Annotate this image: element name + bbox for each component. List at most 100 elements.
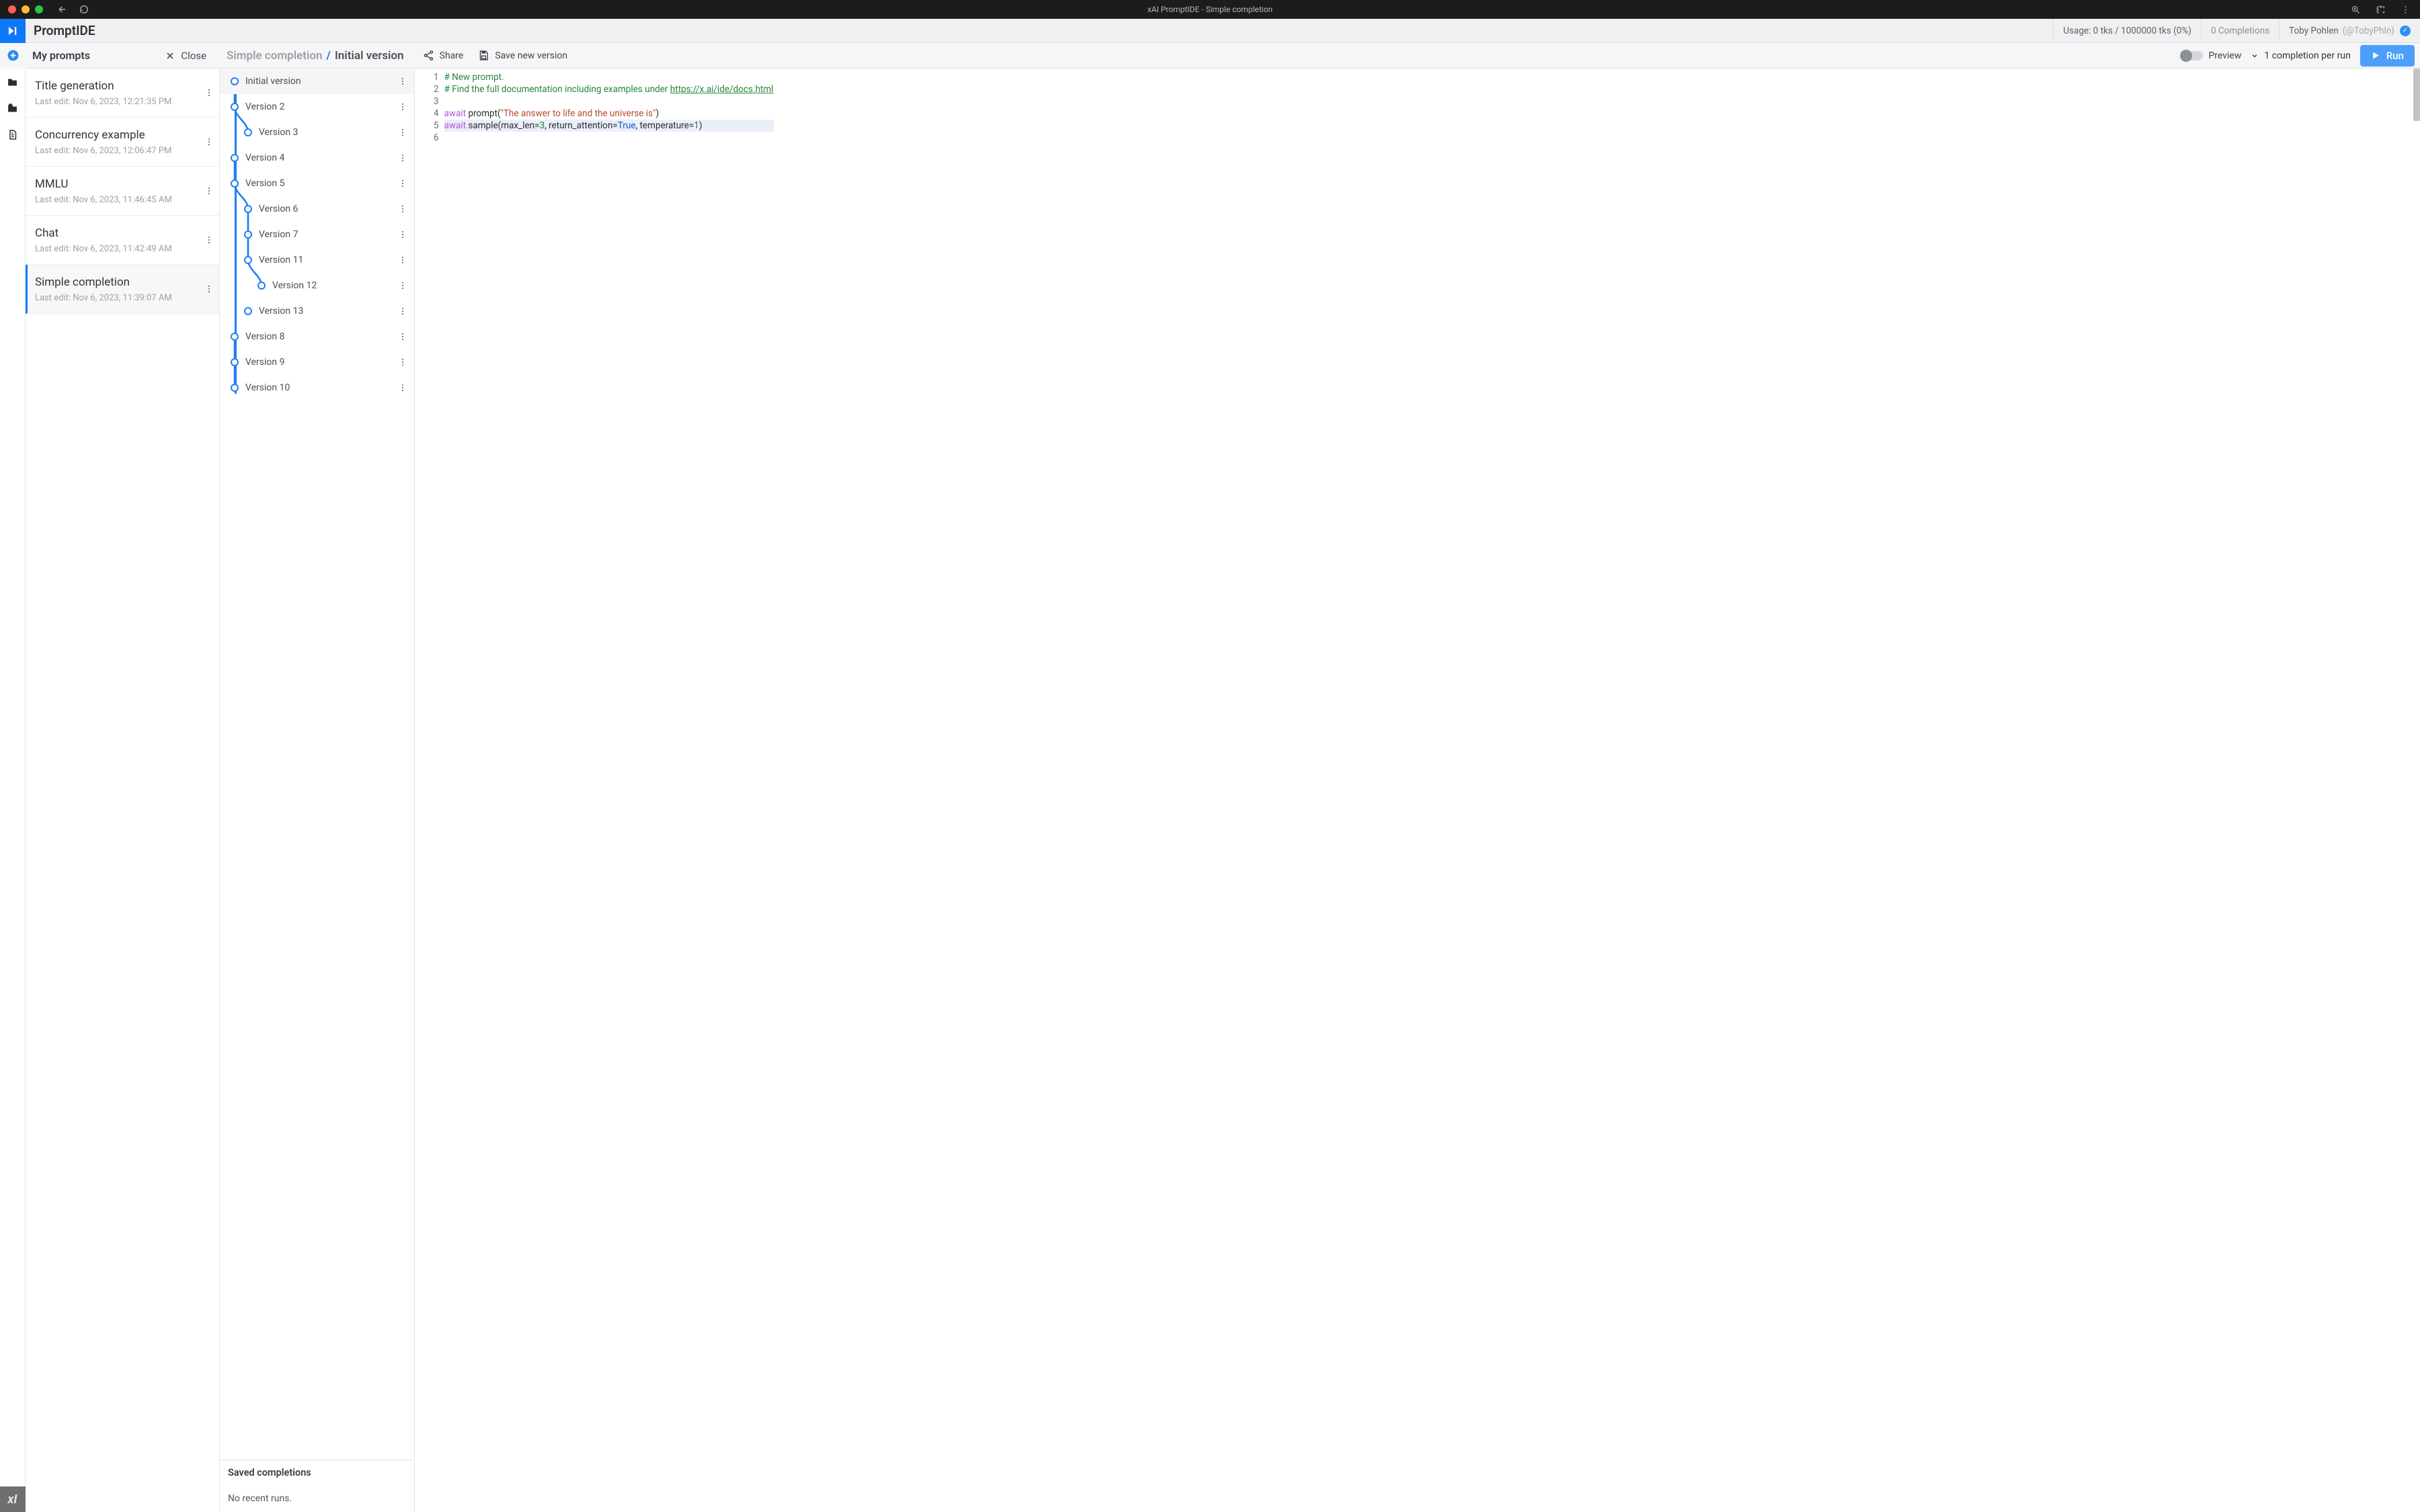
kebab-icon[interactable] [204, 235, 214, 245]
prompt-subtitle: Last edit: Nov 6, 2023, 11:39:07 AM [35, 293, 210, 303]
xai-logo-icon[interactable]: xI [0, 1486, 26, 1512]
version-row[interactable]: Version 12 [220, 273, 414, 298]
kebab-icon[interactable] [398, 179, 407, 188]
prompt-subtitle: Last edit: Nov 6, 2023, 12:06:47 PM [35, 146, 210, 156]
version-row[interactable]: Version 2 [220, 94, 414, 120]
app-title: PromptIDE [34, 23, 95, 38]
version-label: Version 9 [245, 357, 284, 368]
window-close[interactable] [8, 5, 16, 13]
close-panel-button[interactable]: Close [165, 50, 206, 62]
zoom-icon[interactable] [2351, 5, 2361, 15]
kebab-icon[interactable] [204, 186, 214, 196]
reload-icon[interactable] [79, 5, 89, 14]
kebab-icon[interactable] [204, 137, 214, 146]
kebab-icon[interactable] [398, 230, 407, 239]
completions-count: 0 Completions [2201, 19, 2279, 43]
kebab-icon[interactable] [204, 284, 214, 294]
window-minimize[interactable] [22, 5, 30, 13]
user-info[interactable]: Toby Pohlen (@TobyPhln) ✓ [2279, 19, 2420, 43]
new-prompt-button[interactable] [0, 43, 26, 69]
kebab-icon[interactable] [398, 255, 407, 265]
version-row[interactable]: Version 13 [220, 298, 414, 324]
kebab-icon[interactable] [398, 383, 407, 392]
extensions-icon[interactable] [2376, 5, 2386, 15]
usage-stat: Usage: 0 tks / 1000000 tks (0%) [2053, 19, 2201, 43]
version-row[interactable]: Version 8 [220, 324, 414, 349]
file-icon[interactable] [7, 129, 18, 140]
version-label: Version 12 [272, 280, 317, 291]
prompt-subtitle: Last edit: Nov 6, 2023, 11:46:45 AM [35, 195, 210, 205]
kebab-icon[interactable] [398, 358, 407, 367]
prompt-title: Simple completion [35, 276, 210, 289]
kebab-icon[interactable] [398, 128, 407, 137]
version-node-icon [244, 128, 252, 136]
code-editor[interactable]: 123456 # New prompt.# Find the full docu… [415, 69, 2420, 1512]
version-row[interactable]: Version 9 [220, 349, 414, 375]
kebab-icon[interactable] [398, 281, 407, 290]
kebab-icon[interactable] [398, 204, 407, 214]
version-node-icon [231, 179, 239, 187]
folder-icon[interactable] [7, 77, 18, 88]
preview-toggle[interactable]: Preview [2181, 50, 2241, 61]
share-label: Share [440, 50, 464, 61]
panel-header: My prompts Close [26, 49, 220, 62]
code-content[interactable]: # New prompt.# Find the full documentati… [444, 71, 774, 1512]
browser-nav [58, 5, 89, 14]
version-row[interactable]: Version 3 [220, 120, 414, 145]
kebab-icon[interactable] [398, 332, 407, 341]
prompt-item[interactable]: Concurrency example Last edit: Nov 6, 202… [26, 118, 219, 167]
toggle-track [2181, 51, 2203, 60]
version-label: Version 2 [245, 101, 284, 112]
version-row[interactable]: Initial version [220, 69, 414, 94]
kebab-icon[interactable] [204, 88, 214, 97]
version-label: Version 10 [245, 382, 290, 393]
breadcrumb-prompt[interactable]: Simple completion [227, 49, 323, 62]
version-label: Initial version [245, 76, 301, 87]
prompt-item[interactable]: Title generationLast edit: Nov 6, 2023, … [26, 69, 219, 118]
version-row[interactable]: Version 6 [220, 196, 414, 222]
drive-icon[interactable] [7, 103, 18, 114]
kebab-icon[interactable] [398, 153, 407, 163]
prompt-item[interactable]: ChatLast edit: Nov 6, 2023, 11:42:49 AM [26, 216, 219, 265]
prompt-item[interactable]: MMLULast edit: Nov 6, 2023, 11:46:45 AM [26, 167, 219, 216]
more-icon[interactable] [2401, 5, 2411, 15]
toggle-thumb [2180, 50, 2192, 62]
app-logo[interactable] [0, 19, 26, 43]
prompt-title: Title generation [35, 79, 210, 93]
minimap-scrollbar[interactable] [2413, 69, 2420, 121]
left-rail: xI [0, 69, 26, 1512]
version-label: Version 6 [259, 204, 298, 214]
version-node-icon [231, 103, 239, 111]
main-body: xI Title generation Last edit: Nov 6, 202… [0, 69, 2420, 1512]
version-row[interactable]: Version 7 [220, 222, 414, 247]
browser-title: xAI PromptIDE - Simple completion [0, 5, 2420, 14]
select-value: 1 completion per run [2264, 50, 2351, 61]
prompt-title: Concurrency example [35, 128, 210, 142]
prompt-title: Chat [35, 226, 210, 240]
breadcrumb: Simple completion / Initial version [227, 49, 404, 62]
window-maximize[interactable] [35, 5, 43, 13]
breadcrumb-separator: / [327, 49, 331, 62]
share-button[interactable]: Share [423, 50, 464, 61]
version-label: Version 13 [259, 306, 303, 317]
kebab-icon[interactable] [398, 77, 407, 86]
version-row[interactable]: Version 10 [220, 375, 414, 401]
version-row[interactable]: Version 11 [220, 247, 414, 273]
version-tree-scroll[interactable]: Initial versionVersion 2Version 3Version… [220, 69, 414, 1460]
app-header: PromptIDE Usage: 0 tks / 1000000 tks (0%… [0, 19, 2420, 43]
back-icon[interactable] [58, 5, 67, 14]
kebab-icon[interactable] [398, 306, 407, 316]
version-node-icon [231, 333, 239, 341]
prompt-item[interactable]: Simple completion Last edit: Nov 6, 2023,… [26, 265, 219, 314]
prompts-list: Title generation Last edit: Nov 6, 2023, … [26, 69, 220, 1512]
window-controls [8, 5, 43, 13]
version-label: Version 7 [259, 229, 298, 240]
completions-per-run-select[interactable]: 1 completion per run [2251, 50, 2351, 61]
version-node-icon [244, 205, 252, 213]
run-button[interactable]: Run [2360, 45, 2415, 67]
version-node-icon [257, 282, 266, 290]
version-row[interactable]: Version 5 [220, 171, 414, 196]
kebab-icon[interactable] [398, 102, 407, 112]
version-row[interactable]: Version 4 [220, 145, 414, 171]
save-version-button[interactable]: Save new version [478, 50, 567, 61]
